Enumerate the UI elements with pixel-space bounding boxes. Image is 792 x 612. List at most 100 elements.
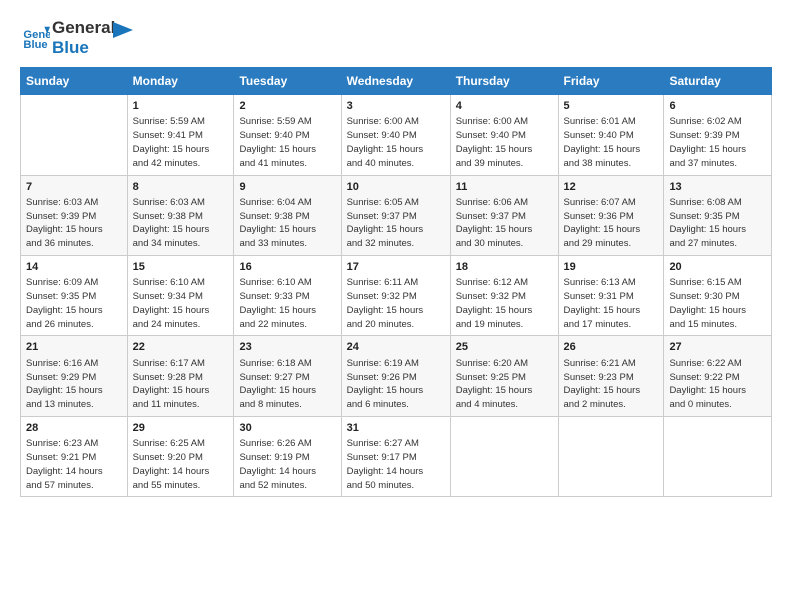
calendar-cell bbox=[21, 95, 128, 175]
weekday-header: Friday bbox=[558, 68, 664, 95]
calendar-cell: 18Sunrise: 6:12 AMSunset: 9:32 PMDayligh… bbox=[450, 256, 558, 336]
calendar-cell: 27 Sunrise: 6:22 AMSunset: 9:22 PMDayligh… bbox=[664, 336, 772, 416]
day-number: 27 bbox=[669, 340, 766, 355]
day-number: 3 bbox=[347, 99, 445, 114]
calendar-cell: 8Sunrise: 6:03 AMSunset: 9:38 PMDaylight… bbox=[127, 175, 234, 255]
day-info: Sunrise: 6:03 AMSunset: 9:39 PMDaylight:… bbox=[26, 196, 122, 251]
calendar-cell: 30Sunrise: 6:26 AMSunset: 9:19 PMDayligh… bbox=[234, 416, 341, 496]
calendar-cell: 15Sunrise: 6:10 AMSunset: 9:34 PMDayligh… bbox=[127, 256, 234, 336]
day-number: 6 bbox=[669, 99, 766, 114]
day-info: Sunrise: 6:10 AMSunset: 9:34 PMDaylight:… bbox=[133, 276, 229, 331]
day-number: 14 bbox=[26, 260, 122, 275]
day-info: Sunrise: 6:27 AMSunset: 9:17 PMDaylight:… bbox=[347, 437, 445, 492]
day-info: Sunrise: 6:02 AMSunset: 9:39 PMDaylight:… bbox=[669, 115, 766, 170]
day-number: 16 bbox=[239, 260, 335, 275]
calendar-cell: 3Sunrise: 6:00 AMSunset: 9:40 PMDaylight… bbox=[341, 95, 450, 175]
calendar-week-row: 28Sunrise: 6:23 AMSunset: 9:21 PMDayligh… bbox=[21, 416, 772, 496]
day-info: Sunrise: 6:12 AMSunset: 9:32 PMDaylight:… bbox=[456, 276, 553, 331]
day-info: Sunrise: 6:10 AMSunset: 9:33 PMDaylight:… bbox=[239, 276, 335, 331]
calendar-cell: 26 Sunrise: 6:21 AMSunset: 9:23 PMDayligh… bbox=[558, 336, 664, 416]
day-info: Sunrise: 6:00 AMSunset: 9:40 PMDaylight:… bbox=[456, 115, 553, 170]
day-number: 21 bbox=[26, 340, 122, 355]
day-info: Sunrise: 6:25 AMSunset: 9:20 PMDaylight:… bbox=[133, 437, 229, 492]
calendar-cell: 14Sunrise: 6:09 AMSunset: 9:35 PMDayligh… bbox=[21, 256, 128, 336]
header: General Blue General Blue bbox=[20, 18, 772, 57]
calendar-cell: 22 Sunrise: 6:17 AMSunset: 9:28 PMDayligh… bbox=[127, 336, 234, 416]
calendar-week-row: 21 Sunrise: 6:16 AMSunset: 9:29 PMDayligh… bbox=[21, 336, 772, 416]
logo: General Blue General Blue bbox=[20, 18, 133, 57]
calendar-cell: 7Sunrise: 6:03 AMSunset: 9:39 PMDaylight… bbox=[21, 175, 128, 255]
day-info: Sunrise: 6:20 AMSunset: 9:25 PMDaylight:… bbox=[456, 357, 553, 412]
day-number: 15 bbox=[133, 260, 229, 275]
weekday-header: Wednesday bbox=[341, 68, 450, 95]
day-number: 19 bbox=[564, 260, 659, 275]
day-info: Sunrise: 6:00 AMSunset: 9:40 PMDaylight:… bbox=[347, 115, 445, 170]
weekday-header: Thursday bbox=[450, 68, 558, 95]
calendar-week-row: 1Sunrise: 5:59 AMSunset: 9:41 PMDaylight… bbox=[21, 95, 772, 175]
calendar-cell bbox=[558, 416, 664, 496]
calendar-cell: 17Sunrise: 6:11 AMSunset: 9:32 PMDayligh… bbox=[341, 256, 450, 336]
day-info: Sunrise: 6:15 AMSunset: 9:30 PMDaylight:… bbox=[669, 276, 766, 331]
day-number: 8 bbox=[133, 180, 229, 195]
calendar-cell: 16Sunrise: 6:10 AMSunset: 9:33 PMDayligh… bbox=[234, 256, 341, 336]
day-number: 29 bbox=[133, 421, 229, 436]
day-number: 5 bbox=[564, 99, 659, 114]
calendar-cell: 5Sunrise: 6:01 AMSunset: 9:40 PMDaylight… bbox=[558, 95, 664, 175]
day-number: 24 bbox=[347, 340, 445, 355]
day-info: Sunrise: 6:17 AMSunset: 9:28 PMDaylight:… bbox=[133, 357, 229, 412]
day-info: Sunrise: 5:59 AMSunset: 9:41 PMDaylight:… bbox=[133, 115, 229, 170]
weekday-header: Saturday bbox=[664, 68, 772, 95]
day-number: 22 bbox=[133, 340, 229, 355]
day-info: Sunrise: 6:03 AMSunset: 9:38 PMDaylight:… bbox=[133, 196, 229, 251]
calendar-cell: 21 Sunrise: 6:16 AMSunset: 9:29 PMDayligh… bbox=[21, 336, 128, 416]
calendar-header-row: SundayMondayTuesdayWednesdayThursdayFrid… bbox=[21, 68, 772, 95]
calendar-cell: 10Sunrise: 6:05 AMSunset: 9:37 PMDayligh… bbox=[341, 175, 450, 255]
day-number: 7 bbox=[26, 180, 122, 195]
day-info: Sunrise: 6:08 AMSunset: 9:35 PMDaylight:… bbox=[669, 196, 766, 251]
day-info: Sunrise: 6:11 AMSunset: 9:32 PMDaylight:… bbox=[347, 276, 445, 331]
day-info: Sunrise: 6:07 AMSunset: 9:36 PMDaylight:… bbox=[564, 196, 659, 251]
calendar-cell: 1Sunrise: 5:59 AMSunset: 9:41 PMDaylight… bbox=[127, 95, 234, 175]
calendar-cell: 9Sunrise: 6:04 AMSunset: 9:38 PMDaylight… bbox=[234, 175, 341, 255]
day-number: 17 bbox=[347, 260, 445, 275]
day-number: 13 bbox=[669, 180, 766, 195]
calendar-cell bbox=[664, 416, 772, 496]
day-info: Sunrise: 6:06 AMSunset: 9:37 PMDaylight:… bbox=[456, 196, 553, 251]
day-number: 12 bbox=[564, 180, 659, 195]
calendar-cell: 13Sunrise: 6:08 AMSunset: 9:35 PMDayligh… bbox=[664, 175, 772, 255]
calendar-cell bbox=[450, 416, 558, 496]
day-info: Sunrise: 6:19 AMSunset: 9:26 PMDaylight:… bbox=[347, 357, 445, 412]
day-info: Sunrise: 6:21 AMSunset: 9:23 PMDaylight:… bbox=[564, 357, 659, 412]
day-info: Sunrise: 6:01 AMSunset: 9:40 PMDaylight:… bbox=[564, 115, 659, 170]
page: General Blue General Blue SundayMondayTu… bbox=[0, 0, 792, 612]
calendar-cell: 2Sunrise: 5:59 AMSunset: 9:40 PMDaylight… bbox=[234, 95, 341, 175]
day-number: 1 bbox=[133, 99, 229, 114]
day-info: Sunrise: 5:59 AMSunset: 9:40 PMDaylight:… bbox=[239, 115, 335, 170]
day-number: 2 bbox=[239, 99, 335, 114]
calendar-cell: 25Sunrise: 6:20 AMSunset: 9:25 PMDayligh… bbox=[450, 336, 558, 416]
day-number: 11 bbox=[456, 180, 553, 195]
calendar-cell: 20Sunrise: 6:15 AMSunset: 9:30 PMDayligh… bbox=[664, 256, 772, 336]
day-number: 20 bbox=[669, 260, 766, 275]
calendar-cell: 19Sunrise: 6:13 AMSunset: 9:31 PMDayligh… bbox=[558, 256, 664, 336]
calendar-cell: 24 Sunrise: 6:19 AMSunset: 9:26 PMDayligh… bbox=[341, 336, 450, 416]
logo-line2: Blue bbox=[52, 38, 115, 58]
day-number: 26 bbox=[564, 340, 659, 355]
day-info: Sunrise: 6:22 AMSunset: 9:22 PMDaylight:… bbox=[669, 357, 766, 412]
day-info: Sunrise: 6:16 AMSunset: 9:29 PMDaylight:… bbox=[26, 357, 122, 412]
calendar-table: SundayMondayTuesdayWednesdayThursdayFrid… bbox=[20, 67, 772, 497]
calendar-cell: 11Sunrise: 6:06 AMSunset: 9:37 PMDayligh… bbox=[450, 175, 558, 255]
day-info: Sunrise: 6:23 AMSunset: 9:21 PMDaylight:… bbox=[26, 437, 122, 492]
day-number: 23 bbox=[239, 340, 335, 355]
day-number: 10 bbox=[347, 180, 445, 195]
svg-text:Blue: Blue bbox=[23, 38, 47, 50]
calendar-cell: 4Sunrise: 6:00 AMSunset: 9:40 PMDaylight… bbox=[450, 95, 558, 175]
calendar-cell: 29Sunrise: 6:25 AMSunset: 9:20 PMDayligh… bbox=[127, 416, 234, 496]
weekday-header: Tuesday bbox=[234, 68, 341, 95]
day-number: 18 bbox=[456, 260, 553, 275]
day-number: 9 bbox=[239, 180, 335, 195]
day-number: 30 bbox=[239, 421, 335, 436]
weekday-header: Sunday bbox=[21, 68, 128, 95]
logo-line1: General bbox=[52, 18, 115, 38]
calendar-cell: 31Sunrise: 6:27 AMSunset: 9:17 PMDayligh… bbox=[341, 416, 450, 496]
